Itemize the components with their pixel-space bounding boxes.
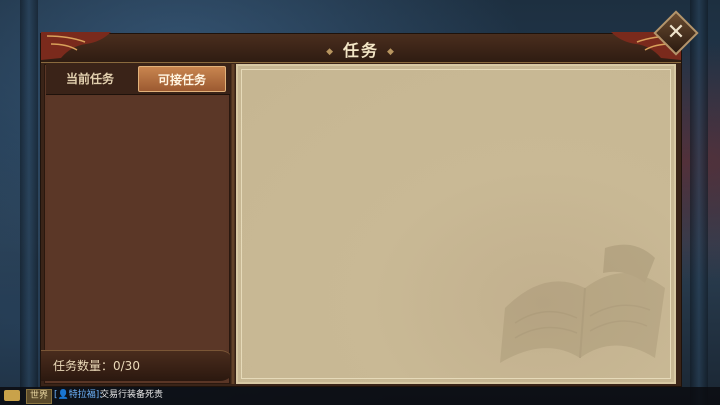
- chat-username[interactable]: [👤特拉福]:: [54, 389, 102, 402]
- open-book-icon: [500, 244, 665, 363]
- quest-tabs: 当前任务 可接任务: [46, 64, 230, 95]
- title-bar: ◆ 任务 ◆: [41, 32, 681, 63]
- background-pillar: [690, 0, 708, 405]
- tab-available-quests[interactable]: 可接任务: [138, 66, 226, 92]
- quest-count-label: 任务数量：0/30: [53, 359, 140, 373]
- chat-bubble-icon[interactable]: [4, 390, 20, 401]
- title-dot-icon: ◆: [387, 46, 396, 57]
- window-title: ◆ 任务 ◆: [41, 37, 681, 61]
- quest-list[interactable]: [48, 96, 226, 350]
- window-title-text: 任务: [342, 41, 379, 60]
- title-dot-icon: ◆: [326, 46, 335, 57]
- chat-channel-badge: 世界: [26, 389, 53, 404]
- chat-message: 交易行装备死贵: [100, 390, 164, 400]
- background-pillar: [20, 0, 38, 405]
- tab-current-quests[interactable]: 当前任务: [46, 66, 134, 92]
- close-icon[interactable]: ✕: [660, 17, 692, 49]
